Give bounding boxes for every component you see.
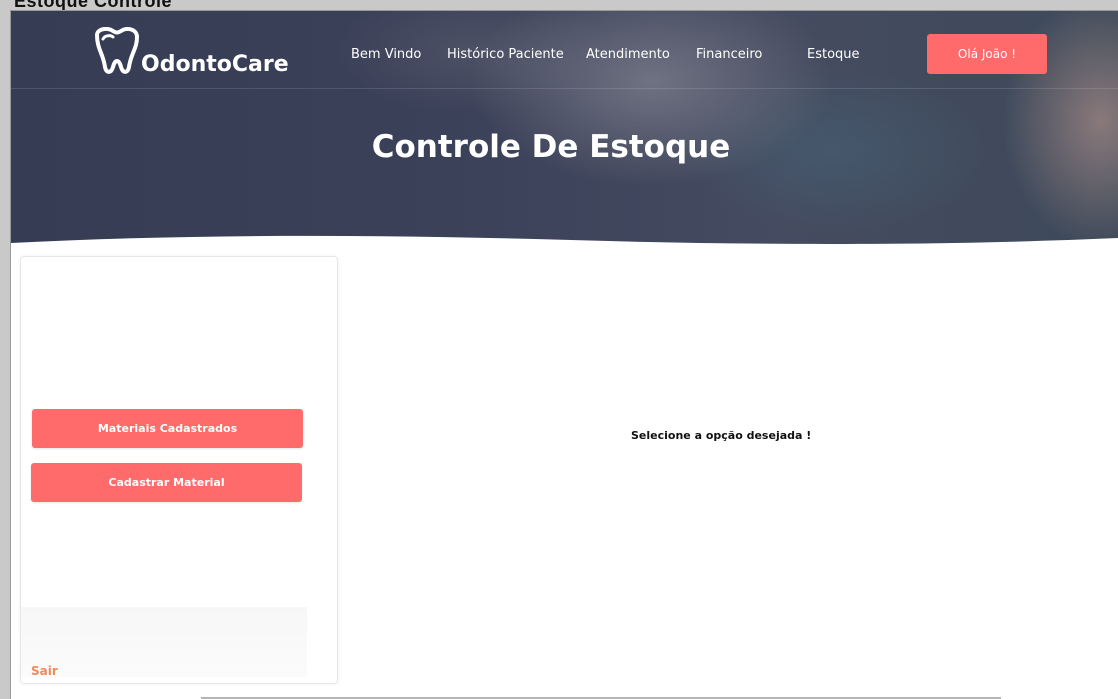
sidebar-panel: Materiais Cadastrados Cadastrar Material… <box>20 256 338 684</box>
user-greeting-button[interactable]: Olá João ! <box>927 34 1047 74</box>
cadastrar-material-button[interactable]: Cadastrar Material <box>31 463 302 502</box>
select-option-message: Selecione a opção desejada ! <box>631 429 812 442</box>
nav-atendimento[interactable]: Atendimento <box>586 47 670 62</box>
brand-logo[interactable]: OdontoCare <box>89 27 289 79</box>
hero-banner: OdontoCare Bem Vindo Histórico Paciente … <box>11 11 1118 263</box>
nav-bem-vindo[interactable]: Bem Vindo <box>351 47 421 62</box>
page-title: Controle De Estoque <box>371 129 731 165</box>
tooth-logo-icon <box>95 27 139 74</box>
browser-window: OdontoCare Bem Vindo Histórico Paciente … <box>10 10 1118 699</box>
sidebar-footer <box>21 607 307 677</box>
nav-financeiro[interactable]: Financeiro <box>696 47 762 62</box>
logout-link[interactable]: Sair <box>31 664 58 678</box>
materiais-cadastrados-button[interactable]: Materiais Cadastrados <box>32 409 303 448</box>
nav-historico-paciente[interactable]: Histórico Paciente <box>447 47 564 62</box>
brand-name: OdontoCare <box>141 52 289 77</box>
navbar: OdontoCare Bem Vindo Histórico Paciente … <box>11 11 1118 89</box>
nav-estoque[interactable]: Estoque <box>807 47 860 62</box>
